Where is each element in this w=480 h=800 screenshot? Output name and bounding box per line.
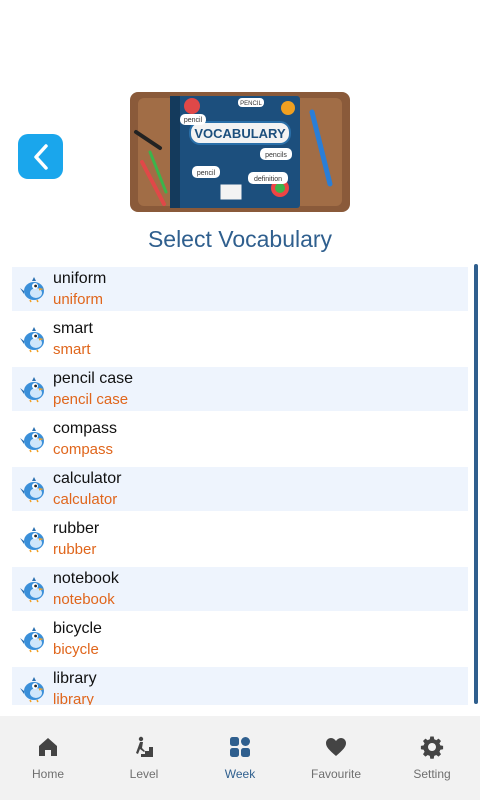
vocab-translation: calculator bbox=[53, 491, 118, 508]
vocab-translation: smart bbox=[53, 341, 91, 358]
nav-level-label: Level bbox=[129, 767, 159, 781]
vocab-list-item[interactable]: rubber rubber bbox=[12, 514, 468, 564]
back-button[interactable] bbox=[18, 134, 63, 179]
banner-tag-2: pencils bbox=[265, 152, 287, 159]
gear-icon bbox=[420, 736, 444, 759]
vocab-word: pencil case bbox=[53, 370, 134, 387]
heart-icon bbox=[326, 738, 346, 756]
vocab-word: uniform bbox=[53, 270, 107, 287]
bird-icon bbox=[20, 427, 44, 453]
vocab-list-item[interactable]: calculator calculator bbox=[12, 467, 468, 511]
nav-favourite-label: Favourite bbox=[310, 767, 362, 781]
list-scrollbar[interactable] bbox=[474, 264, 478, 704]
bird-icon bbox=[20, 577, 44, 603]
vocab-word: bicycle bbox=[53, 620, 102, 637]
bird-icon bbox=[20, 277, 44, 303]
nav-home[interactable]: Home bbox=[0, 716, 96, 800]
nav-home-label: Home bbox=[31, 767, 64, 781]
banner-tag-1: pencil bbox=[184, 117, 203, 124]
vocab-word: rubber bbox=[53, 520, 100, 537]
nav-week-label: Week bbox=[224, 767, 256, 781]
vocab-list-item[interactable]: notebook notebook bbox=[12, 567, 468, 611]
vocab-list-item[interactable]: uniform uniform bbox=[12, 267, 468, 311]
nav-week[interactable]: Week bbox=[192, 716, 288, 800]
nav-setting-label: Setting bbox=[413, 767, 451, 781]
banner-tag-3: pencil bbox=[197, 170, 216, 177]
vocab-word: compass bbox=[53, 420, 118, 437]
vocab-translation: library bbox=[53, 691, 94, 705]
vocab-word: notebook bbox=[53, 570, 119, 587]
vocab-word: calculator bbox=[53, 470, 122, 487]
chevron-left-icon bbox=[33, 143, 48, 170]
vocab-list-item[interactable]: bicycle bicycle bbox=[12, 614, 468, 664]
bird-icon bbox=[20, 327, 44, 353]
bird-icon bbox=[20, 477, 44, 503]
nav-setting[interactable]: Setting bbox=[384, 716, 480, 800]
grid-icon bbox=[230, 737, 250, 757]
vocab-translation: rubber bbox=[53, 541, 97, 558]
vocab-translation: bicycle bbox=[53, 641, 99, 658]
banner-tag-5: PENCIL bbox=[240, 101, 262, 107]
page-title: Select Vocabulary bbox=[147, 226, 333, 252]
level-icon bbox=[136, 736, 153, 757]
bird-icon bbox=[20, 627, 44, 653]
vocab-list-item[interactable]: pencil case pencil case bbox=[12, 367, 468, 411]
bird-icon bbox=[20, 527, 44, 553]
vocab-translation: notebook bbox=[53, 591, 115, 608]
bottom-navigation: Home Level Week Favourite Setting bbox=[0, 716, 480, 800]
nav-favourite[interactable]: Favourite bbox=[288, 716, 384, 800]
vocab-translation: uniform bbox=[53, 291, 104, 308]
vocabulary-list[interactable]: uniform uniform smart smart pencil case penci… bbox=[12, 264, 468, 705]
bird-icon bbox=[20, 377, 44, 403]
bird-icon bbox=[20, 677, 44, 703]
vocab-word: smart bbox=[53, 320, 93, 337]
banner-tag-4: definition bbox=[254, 176, 282, 183]
vocab-list-item[interactable]: compass compass bbox=[12, 414, 468, 464]
vocab-list-item[interactable]: library library bbox=[12, 667, 468, 705]
vocab-translation: compass bbox=[53, 441, 114, 458]
nav-level[interactable]: Level bbox=[96, 716, 192, 800]
home-icon bbox=[39, 738, 57, 756]
banner-book-title: VOCABULARY bbox=[194, 126, 286, 141]
vocab-word: library bbox=[53, 670, 97, 687]
vocab-list-item[interactable]: smart smart bbox=[12, 314, 468, 364]
vocabulary-banner-image: VOCABULARY pencil pencils pencil definit… bbox=[130, 92, 350, 212]
vocab-translation: pencil case bbox=[53, 391, 129, 408]
